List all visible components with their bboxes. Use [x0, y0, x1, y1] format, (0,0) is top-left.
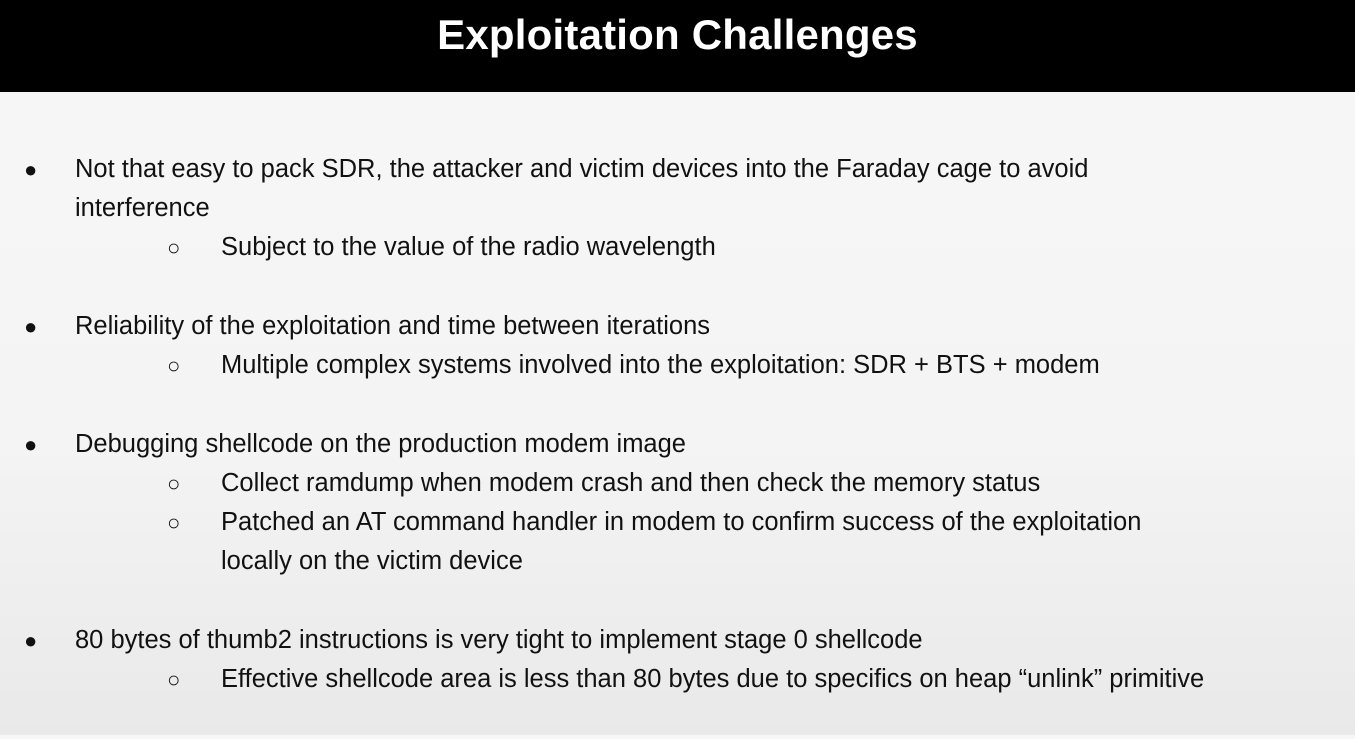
bullet-item: ● Reliability of the exploitation and ti… [0, 307, 1355, 385]
sub-bullet-marker: ○ [167, 667, 181, 692]
bullet-text: Debugging shellcode on the production mo… [75, 430, 686, 458]
bullet-marker: ● [24, 628, 38, 653]
bullet-text: Not that easy to pack SDR, the attacker … [75, 155, 1089, 183]
sub-bullet-item: ○ Collect ramdump when modem crash and t… [0, 464, 1355, 503]
slide-title: Exploitation Challenges [437, 11, 918, 58]
bullet-item: ● 80 bytes of thumb2 instructions is ver… [0, 621, 1355, 699]
sub-bullet-text: Effective shellcode area is less than 80… [221, 665, 1205, 693]
title-bar: Exploitation Challenges [0, 0, 1355, 92]
bullet-text-continued: interference [75, 194, 210, 222]
sub-bullet-item: ○ Effective shellcode area is less than … [0, 660, 1355, 699]
sub-bullet-text: Multiple complex systems involved into t… [221, 351, 1100, 379]
bullet-item: ● Not that easy to pack SDR, the attacke… [0, 150, 1355, 267]
sub-bullet-text: Patched an AT command handler in modem t… [221, 508, 1142, 536]
bullet-marker: ● [24, 314, 38, 339]
bullet-marker: ● [24, 432, 38, 457]
sub-bullet-marker: ○ [167, 235, 181, 260]
sub-bullet-marker: ○ [167, 471, 181, 496]
sub-bullet-item: ○ Patched an AT command handler in modem… [0, 503, 1355, 542]
sub-bullet-text: Collect ramdump when modem crash and the… [221, 469, 1041, 497]
sub-bullet-marker: ○ [167, 353, 181, 378]
sub-bullet-text: Subject to the value of the radio wavele… [221, 233, 716, 261]
bullet-text: 80 bytes of thumb2 instructions is very … [75, 626, 923, 654]
bullet-text: Reliability of the exploitation and time… [75, 312, 711, 340]
sub-bullet-text-continued: locally on the victim device [221, 547, 523, 575]
bullet-list: ● Not that easy to pack SDR, the attacke… [0, 150, 1355, 739]
sub-bullet-item: ○ Subject to the value of the radio wave… [0, 228, 1355, 267]
sub-bullet-marker: ○ [167, 510, 181, 535]
bullet-marker: ● [24, 157, 38, 182]
sub-bullet-item: ○ Multiple complex systems involved into… [0, 346, 1355, 385]
bullet-item: ● Debugging shellcode on the production … [0, 425, 1355, 581]
